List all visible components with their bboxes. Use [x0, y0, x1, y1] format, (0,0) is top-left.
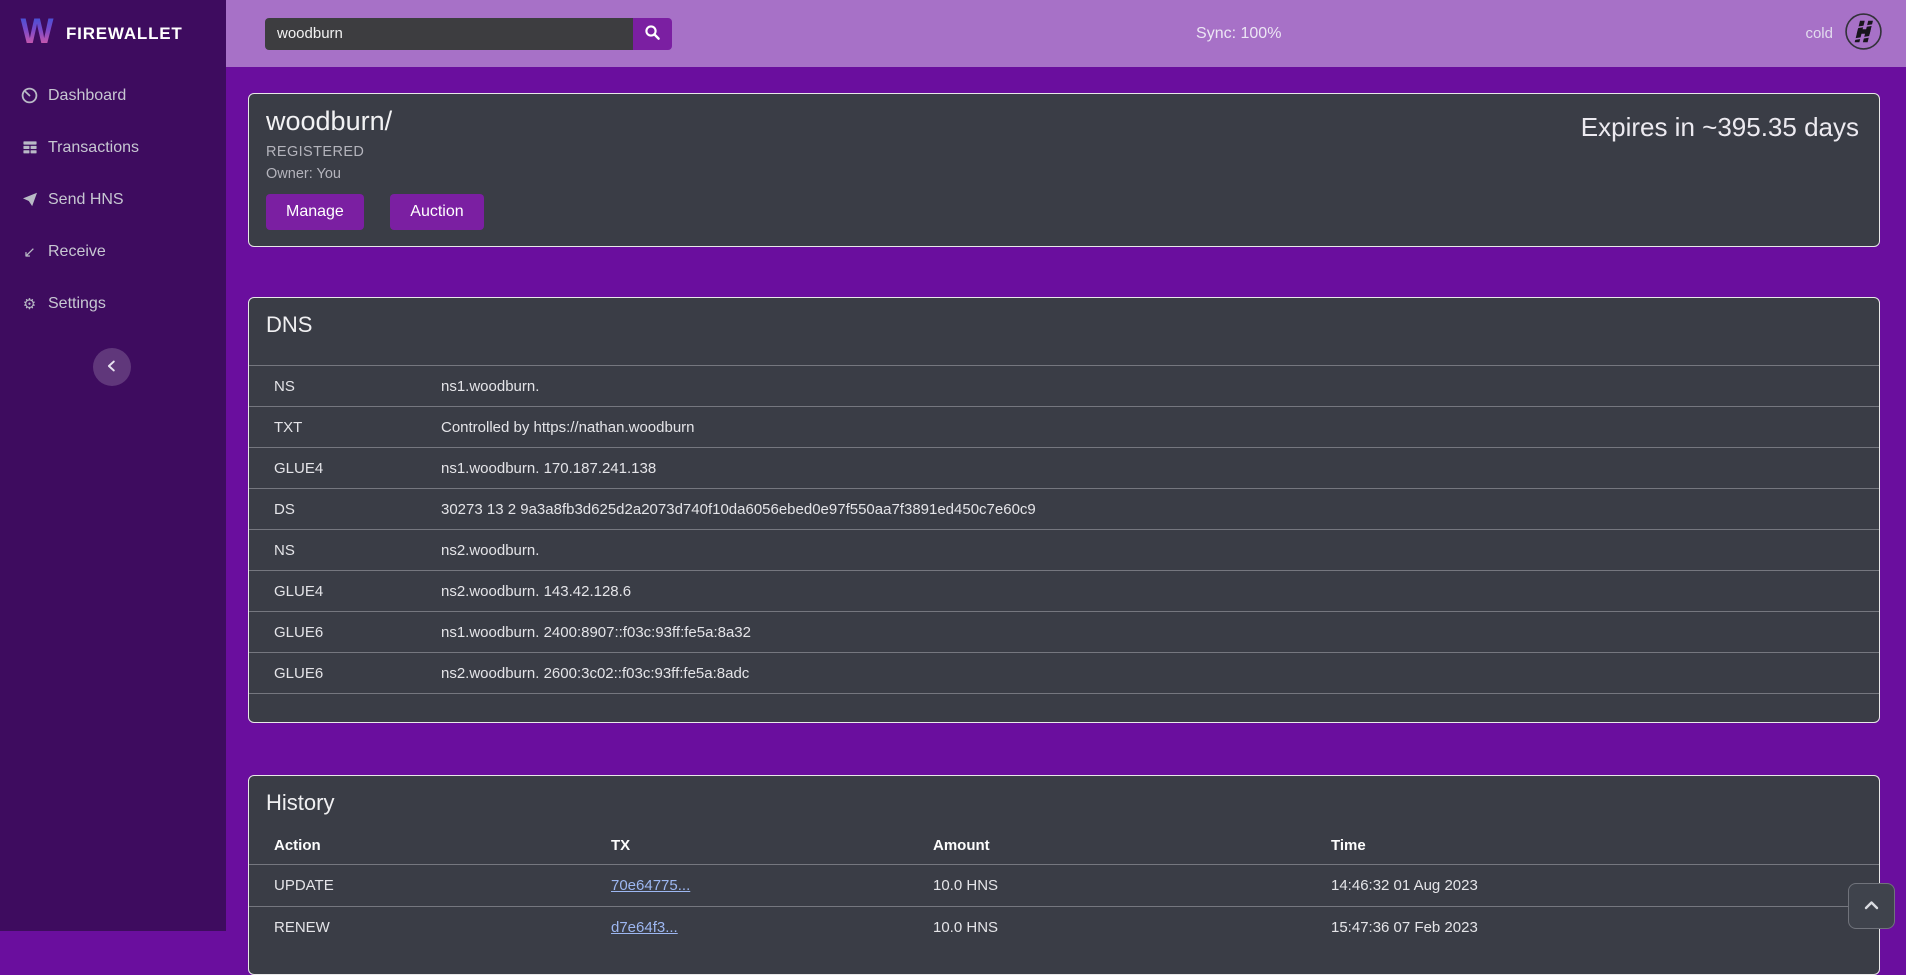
history-action: UPDATE: [249, 864, 586, 906]
history-col-amount: Amount: [908, 828, 1306, 864]
dns-record-row: NS ns1.woodburn.: [249, 366, 1879, 407]
dns-record-type: TXT: [249, 407, 416, 448]
history-col-action: Action: [249, 828, 586, 864]
app-title: FIREWALLET: [66, 24, 183, 44]
sidebar-nav: Dashboard Transactions Send HNS: [0, 82, 226, 317]
sidebar: W FIREWALLET Dashboard: [0, 0, 226, 931]
dns-record-value: ns1.woodburn.: [416, 366, 1879, 407]
domain-actions: Manage Auction: [266, 194, 506, 230]
sidebar-collapse-button[interactable]: [93, 348, 131, 386]
caret-up-icon: [1862, 897, 1881, 916]
domain-expiry: Expires in ~395.35 days: [1581, 106, 1859, 246]
domain-owner: Owner: You: [266, 166, 506, 182]
dns-record-type: NS: [249, 530, 416, 571]
history-table: Action TX Amount Time UPDATE 70e64775...…: [249, 828, 1879, 948]
transactions-icon: [20, 140, 39, 155]
dns-record-row: GLUE4 ns2.woodburn. 143.42.128.6: [249, 571, 1879, 612]
dns-record-value: 30273 13 2 9a3a8fb3d625d2a2073d740f10da6…: [416, 489, 1879, 530]
search-button[interactable]: [633, 18, 672, 50]
gear-icon: ⚙: [20, 295, 39, 313]
main-content: woodburn/ REGISTERED Owner: You Manage A…: [226, 67, 1906, 975]
chevron-left-icon: [104, 358, 120, 377]
dns-record-value: ns2.woodburn. 2600:3c02::f03c:93ff:fe5a:…: [416, 653, 1879, 694]
dns-record-row: NS ns2.woodburn.: [249, 530, 1879, 571]
send-icon: [20, 192, 39, 207]
dns-record-value: ns1.woodburn. 2400:8907::f03c:93ff:fe5a:…: [416, 612, 1879, 653]
dns-record-type: GLUE4: [249, 571, 416, 612]
history-amount: 10.0 HNS: [908, 906, 1306, 948]
search-bar: [265, 18, 672, 50]
sidebar-item-label: Receive: [48, 243, 106, 261]
dns-panel: DNS NS ns1.woodburn. TXT Controlled by h…: [248, 297, 1880, 723]
dns-record-row: GLUE6 ns1.woodburn. 2400:8907::f03c:93ff…: [249, 612, 1879, 653]
history-row: UPDATE 70e64775... 10.0 HNS 14:46:32 01 …: [249, 864, 1879, 906]
auction-button[interactable]: Auction: [390, 194, 483, 230]
dns-panel-title: DNS: [266, 312, 1879, 338]
history-row: RENEW d7e64f3... 10.0 HNS 15:47:36 07 Fe…: [249, 906, 1879, 948]
dns-record-row: GLUE4 ns1.woodburn. 170.187.241.138: [249, 448, 1879, 489]
dns-record-row: DS 30273 13 2 9a3a8fb3d625d2a2073d740f10…: [249, 489, 1879, 530]
tx-link[interactable]: 70e64775...: [611, 877, 690, 894]
sync-status: Sync: 100%: [672, 25, 1805, 43]
handshake-logo-icon: [1843, 11, 1884, 56]
dns-record-value: Controlled by https://nathan.woodburn: [416, 407, 1879, 448]
sidebar-item-send-hns[interactable]: Send HNS: [0, 186, 226, 213]
history-col-time: Time: [1306, 828, 1879, 864]
dns-record-type: GLUE6: [249, 653, 416, 694]
wallet-switcher[interactable]: cold: [1805, 11, 1884, 56]
history-action: RENEW: [249, 906, 586, 948]
history-amount: 10.0 HNS: [908, 864, 1306, 906]
history-time: 15:47:36 07 Feb 2023: [1306, 906, 1879, 948]
search-input[interactable]: [265, 18, 633, 50]
dashboard-icon: [20, 87, 39, 104]
dns-record-type: GLUE4: [249, 448, 416, 489]
manage-button[interactable]: Manage: [266, 194, 364, 230]
dns-record-value: ns2.woodburn.: [416, 530, 1879, 571]
wallet-name: cold: [1805, 25, 1833, 42]
history-time: 14:46:32 01 Aug 2023: [1306, 864, 1879, 906]
domain-status: REGISTERED: [266, 144, 506, 160]
sidebar-item-transactions[interactable]: Transactions: [0, 134, 226, 161]
firewallet-logo-icon: W: [18, 10, 56, 57]
scroll-to-top-button[interactable]: [1848, 883, 1895, 929]
sidebar-item-settings[interactable]: ⚙ Settings: [0, 290, 226, 317]
sidebar-item-label: Send HNS: [48, 191, 124, 209]
domain-title: woodburn/: [266, 106, 506, 137]
search-icon: [644, 24, 661, 44]
topbar: Sync: 100% cold: [226, 0, 1906, 67]
domain-card: woodburn/ REGISTERED Owner: You Manage A…: [248, 93, 1880, 247]
receive-icon: ↙: [20, 243, 39, 261]
history-panel-title: History: [266, 790, 1879, 816]
sidebar-item-receive[interactable]: ↙ Receive: [0, 238, 226, 265]
sidebar-item-label: Transactions: [48, 139, 139, 157]
tx-link[interactable]: d7e64f3...: [611, 919, 678, 936]
history-panel: History Action TX Amount Time UPDATE 70e…: [248, 775, 1880, 975]
svg-text:W: W: [20, 12, 53, 51]
app-logo[interactable]: W FIREWALLET: [0, 0, 226, 67]
sidebar-item-dashboard[interactable]: Dashboard: [0, 82, 226, 109]
domain-card-left: woodburn/ REGISTERED Owner: You Manage A…: [266, 106, 506, 246]
dns-table: NS ns1.woodburn. TXT Controlled by https…: [249, 365, 1879, 694]
history-col-tx: TX: [586, 828, 908, 864]
dns-record-row: TXT Controlled by https://nathan.woodbur…: [249, 407, 1879, 448]
sidebar-item-label: Settings: [48, 295, 106, 313]
dns-record-value: ns2.woodburn. 143.42.128.6: [416, 571, 1879, 612]
dns-record-type: NS: [249, 366, 416, 407]
dns-record-row: GLUE6 ns2.woodburn. 2600:3c02::f03c:93ff…: [249, 653, 1879, 694]
dns-record-type: DS: [249, 489, 416, 530]
dns-record-value: ns1.woodburn. 170.187.241.138: [416, 448, 1879, 489]
dns-record-type: GLUE6: [249, 612, 416, 653]
sidebar-item-label: Dashboard: [48, 87, 126, 105]
history-header-row: Action TX Amount Time: [249, 828, 1879, 864]
